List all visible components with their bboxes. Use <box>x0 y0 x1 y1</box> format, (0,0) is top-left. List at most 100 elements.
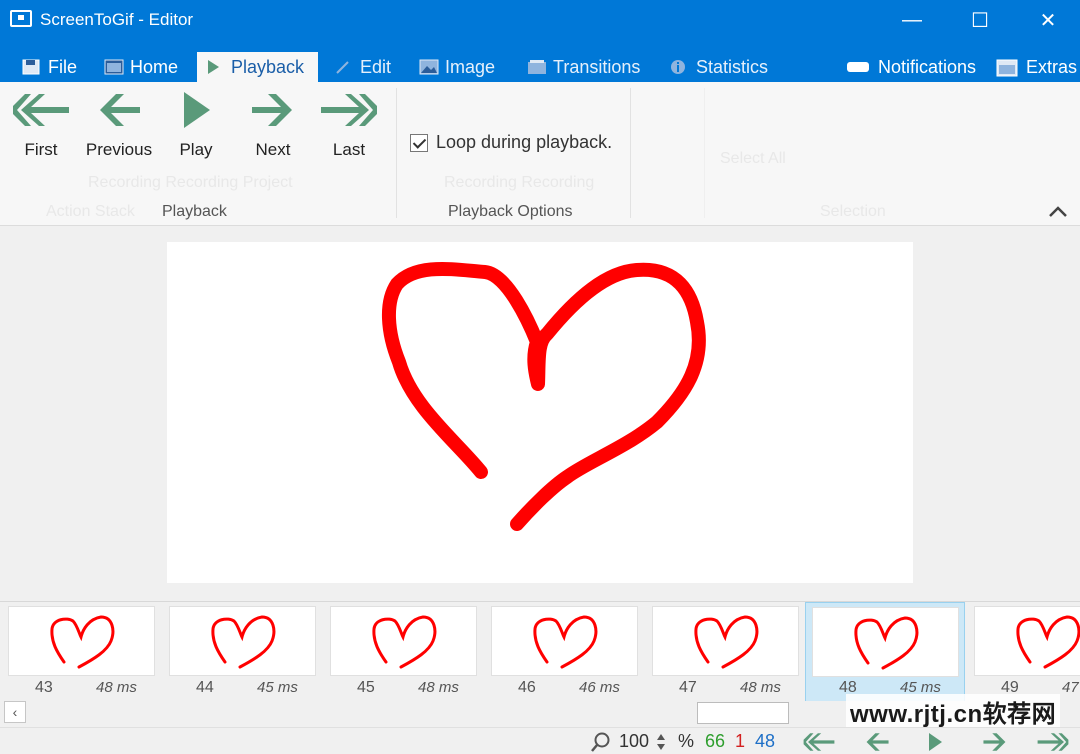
zoom-unit: % <box>678 731 695 751</box>
current-frame: 48 <box>755 731 776 751</box>
frame-thumbnail <box>652 606 799 676</box>
tab-playback-label: Playback <box>231 56 305 77</box>
ribbon: Recording Recording Project Recording Re… <box>0 82 1080 226</box>
last-label: Last <box>332 140 366 159</box>
arrow-left-icon <box>100 94 140 126</box>
frame-preview <box>167 242 913 583</box>
first-frame-button[interactable]: First <box>6 90 76 160</box>
notification-icon <box>846 59 870 75</box>
playback-group-label: Playback <box>162 203 227 220</box>
previous-frame-button[interactable]: Previous <box>84 90 154 160</box>
arrow-right-icon[interactable] <box>980 731 1010 753</box>
double-arrow-left-icon <box>13 94 69 126</box>
frame-duration: 48 ms <box>96 679 137 696</box>
app-icon <box>10 10 32 27</box>
tab-transitions[interactable]: Transitions <box>519 52 648 82</box>
ghost-text: Select All <box>720 150 786 167</box>
tab-image[interactable]: Image <box>411 52 503 82</box>
title-bar: ScreenToGif - Editor — ☐ ✕ File Home Pla… <box>0 0 1080 82</box>
group-separator <box>396 88 397 218</box>
ghost-text: Action Stack <box>46 203 135 220</box>
close-button[interactable]: ✕ <box>1014 0 1080 40</box>
zoom-value[interactable]: 100 <box>619 731 649 752</box>
frame-thumbnail <box>974 606 1080 676</box>
home-icon <box>104 59 124 75</box>
maximize-button[interactable]: ☐ <box>946 0 1014 40</box>
frame-thumbnail <box>812 607 959 677</box>
frame-number: 46 <box>518 679 536 696</box>
loop-checkbox[interactable]: Loop during playback. <box>410 132 612 153</box>
frame-duration: 45 ms <box>257 679 298 696</box>
next-frame-button[interactable]: Next <box>238 90 308 160</box>
notifications-label: Notifications <box>878 56 977 77</box>
tab-playback[interactable]: Playback <box>197 52 318 82</box>
checkbox-checked-icon[interactable] <box>410 133 428 152</box>
frame-strip: 43 48 ms 44 45 ms 45 48 ms 46 46 ms 47 4… <box>0 601 1080 701</box>
frame-duration: 46 ms <box>579 679 620 696</box>
loop-label: Loop during playback. <box>436 132 613 152</box>
play-icon <box>205 59 223 75</box>
play-icon <box>184 92 210 128</box>
editor-canvas-area <box>0 227 1080 601</box>
playback-options-group-label: Playback Options <box>448 203 573 220</box>
previous-label: Previous <box>85 140 153 159</box>
tab-statistics[interactable]: Statistics <box>662 52 776 82</box>
frame-thumbnail <box>330 606 477 676</box>
heart-drawing <box>382 262 706 531</box>
play-button[interactable]: Play <box>161 90 231 160</box>
frame-item[interactable]: 46 46 ms <box>483 602 643 701</box>
pencil-icon <box>334 59 352 75</box>
zoom-icon <box>591 732 610 752</box>
frame-number: 43 <box>35 679 53 696</box>
total-frames: 66 <box>705 731 726 751</box>
arrow-left-icon[interactable] <box>862 731 892 753</box>
selected-count: 1 <box>735 731 746 751</box>
info-icon <box>670 59 688 75</box>
tab-file-label: File <box>48 56 78 77</box>
play-label: Play <box>179 140 213 159</box>
tab-home[interactable]: Home <box>96 52 186 82</box>
ghost-text: Recording Recording <box>444 174 595 191</box>
first-label: First <box>24 140 58 159</box>
floppy-icon <box>22 59 40 75</box>
scroll-left-icon[interactable]: ‹ <box>4 701 26 723</box>
play-icon[interactable] <box>925 731 945 753</box>
image-icon <box>419 59 439 75</box>
extras-icon <box>996 59 1018 77</box>
frame-number: 45 <box>357 679 375 696</box>
collapse-ribbon-icon[interactable] <box>1048 204 1068 220</box>
frame-thumbnail <box>169 606 316 676</box>
tab-edit[interactable]: Edit <box>326 52 399 82</box>
minimize-button[interactable]: — <box>878 0 946 40</box>
scrollbar-thumb[interactable] <box>697 702 789 724</box>
last-frame-button[interactable]: Last <box>314 90 384 160</box>
frame-item[interactable]: 47 48 ms <box>644 602 804 701</box>
arrow-right-icon <box>252 94 292 126</box>
zoom-stepper-icon[interactable] <box>656 733 666 751</box>
notifications-button[interactable]: Notifications <box>838 52 984 82</box>
ghost-text: Selection <box>820 203 886 220</box>
frame-item[interactable]: 45 48 ms <box>322 602 482 701</box>
frame-item[interactable]: 44 45 ms <box>161 602 321 701</box>
double-arrow-right-icon <box>321 94 377 126</box>
double-arrow-right-icon[interactable] <box>1034 731 1072 753</box>
frame-item[interactable]: 49 47 <box>966 602 1080 701</box>
frame-number: 47 <box>679 679 697 696</box>
transitions-icon <box>527 59 546 75</box>
group-separator <box>704 88 705 218</box>
window-title: ScreenToGif - Editor <box>40 10 194 29</box>
extras-button[interactable]: Extras <box>988 52 1080 82</box>
frame-duration: 48 ms <box>418 679 459 696</box>
group-separator <box>630 88 631 218</box>
tab-transitions-label: Transitions <box>553 56 641 77</box>
frame-item-selected[interactable]: 48 45 ms <box>805 602 965 701</box>
tab-statistics-label: Statistics <box>696 56 769 77</box>
ghost-text: Recording Recording Project <box>88 174 293 191</box>
tab-home-label: Home <box>130 56 179 77</box>
watermark: www.rjtj.cn软荐网 <box>846 694 1061 729</box>
tab-file[interactable]: File <box>14 52 85 82</box>
frame-thumbnail <box>491 606 638 676</box>
frame-item[interactable]: 43 48 ms <box>0 602 160 701</box>
double-arrow-left-icon[interactable] <box>800 731 838 753</box>
tab-image-label: Image <box>445 56 496 77</box>
